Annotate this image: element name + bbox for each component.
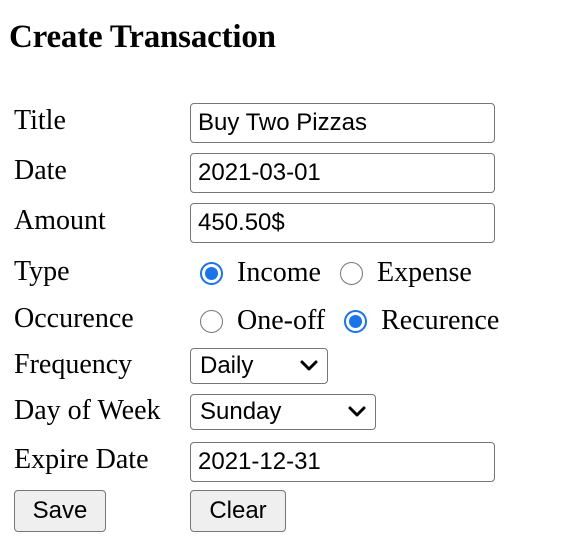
occurrence-radio-group: One-off Recurence [200, 304, 518, 338]
frequency-label: Frequency [14, 349, 133, 380]
occurrence-recurrence-label: Recurence [381, 305, 500, 336]
title-input[interactable] [190, 103, 495, 143]
date-input[interactable] [190, 153, 495, 193]
date-label: Date [14, 155, 67, 186]
chevron-down-icon [300, 360, 318, 371]
frequency-select-value: Daily [200, 352, 254, 379]
page-title: Create Transaction [9, 19, 276, 55]
day-of-week-select-value: Sunday [200, 398, 282, 425]
chevron-down-icon [348, 406, 366, 417]
occurrence-one-off-radio[interactable] [200, 309, 223, 333]
occurrence-recurrence-radio[interactable] [344, 309, 368, 333]
type-income-radio[interactable] [200, 261, 223, 285]
occurrence-one-off-label: One-off [237, 305, 326, 336]
day-of-week-select[interactable]: Sunday [190, 394, 376, 430]
type-expense-radio[interactable] [339, 261, 363, 285]
title-label: Title [14, 105, 66, 136]
amount-input[interactable] [190, 203, 495, 243]
frequency-select[interactable]: Daily [190, 348, 328, 384]
type-label: Type [14, 256, 70, 287]
expire-date-input[interactable] [190, 442, 495, 482]
save-button[interactable]: Save [14, 490, 106, 532]
type-income-label: Income [237, 257, 321, 288]
clear-button[interactable]: Clear [190, 490, 286, 532]
type-expense-label: Expense [376, 257, 472, 288]
expire-date-label: Expire Date [14, 444, 149, 475]
occurrence-label: Occurence [14, 303, 134, 334]
type-radio-group: Income Expense [200, 256, 491, 290]
day-of-week-label: Day of Week [14, 395, 161, 426]
amount-label: Amount [14, 205, 106, 236]
